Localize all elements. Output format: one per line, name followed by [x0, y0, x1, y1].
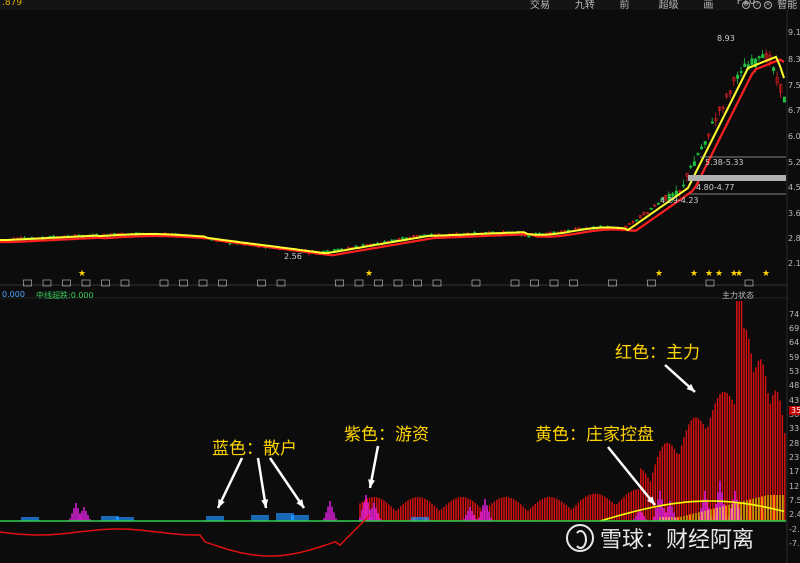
price-axis-label: 4.51 [788, 183, 800, 192]
indicator-axis-label: 69.3 [789, 324, 800, 333]
annotation-red: 红色：主力 [615, 343, 700, 363]
annotation-blue: 蓝色：散户 [212, 439, 297, 459]
ma-line-yellow [0, 55, 785, 255]
range-label: 5.38-5.33 [705, 158, 744, 167]
star-marker: ★ [690, 269, 698, 279]
stock-chart: ★ ★ ★ ★ ★ ★ ★★ ★ [0, 10, 788, 563]
ma-line-red [0, 58, 785, 257]
candle [527, 235, 531, 238]
candle [552, 231, 556, 234]
candle [782, 96, 786, 103]
price-axis-label: 8.31 [788, 55, 800, 64]
candle [761, 54, 765, 59]
watermark: 雪球：财经阿离 [566, 522, 754, 554]
range-label: 4.80-4.77 [696, 183, 735, 192]
indicator-axis-label: 59.0 [789, 353, 800, 362]
indicator-axis-label: -7.8 [789, 539, 800, 548]
current-value-badge: 35 [789, 406, 800, 415]
annotation-purple: 紫色：游资 [344, 425, 429, 445]
indicator-axis-label: 7.56 [789, 496, 800, 505]
indicator-axis-label: 43.5 [789, 396, 800, 405]
candle [710, 121, 714, 124]
candle [700, 146, 704, 150]
high-price-label: 8.93 [717, 34, 735, 43]
candle [772, 67, 776, 71]
candle [750, 58, 754, 65]
indicator-axis-label: 2.42 [789, 510, 800, 519]
star-marker: ★ [78, 269, 86, 279]
candle [757, 56, 761, 59]
candle [736, 74, 740, 79]
indicator-axis-label: 48.7 [789, 381, 800, 390]
price-axis-label: 2.10 [788, 259, 800, 268]
star-marker: ★ [365, 269, 373, 279]
low-price-label: 2.56 [284, 252, 302, 261]
star-marker: ★ [705, 269, 713, 279]
indicator-axis-label: 74.4 [789, 310, 800, 319]
indicator-axis-label: 12.7 [789, 482, 800, 491]
candle [696, 153, 700, 156]
candle [635, 219, 639, 222]
candle [703, 141, 707, 145]
star-marker: ★ [655, 269, 663, 279]
star-marker: ★ [715, 269, 723, 279]
price-axis-label: 3.61 [788, 209, 800, 218]
price-axis-label: 6.79 [788, 106, 800, 115]
indicator-value-label: 中线超跌:0.000 [36, 291, 94, 300]
annotation-arrow [216, 457, 244, 509]
candle [332, 249, 336, 251]
candle [692, 161, 696, 166]
indicator-axis-label: 64.1 [789, 338, 800, 347]
star-marker: ★ [735, 269, 743, 279]
indicator-axis-label: 23.0 [789, 453, 800, 462]
snowball-logo-icon [566, 524, 594, 552]
indicator-axis-label: 17.8 [789, 467, 800, 476]
price-axis-label: 9.15 [788, 28, 800, 37]
indicator-title: 主力状态 [722, 291, 754, 300]
price-axis-label: 2.85 [788, 234, 800, 243]
price-zone-box [688, 175, 786, 181]
candle [649, 208, 653, 210]
price-axis-label: 6.03 [788, 132, 800, 141]
indicator-value-label: 0.000 [2, 290, 25, 299]
candle [325, 250, 329, 252]
price-axis-label: 5.27 [788, 158, 800, 167]
candle [682, 184, 686, 187]
indicator-axis-label: 53.9 [789, 367, 800, 376]
range-label: 4.29-4.23 [660, 196, 699, 205]
watermark-text: 雪球：财经阿离 [600, 528, 755, 553]
indicator-axis-label: 33.2 [789, 424, 800, 433]
annotation-yellow: 黄色：庄家控盘 [535, 425, 654, 445]
indicator-axis-label: 28.1 [789, 439, 800, 448]
candle [336, 248, 340, 251]
candle [743, 63, 747, 67]
price-axis-label: 7.55 [788, 81, 800, 90]
candle [739, 71, 743, 73]
annotation-arrow [268, 457, 306, 509]
star-marker: ★ [762, 269, 770, 279]
candle [354, 245, 358, 248]
indicator-axis-label: -2.7 [789, 525, 800, 534]
candle [361, 244, 365, 247]
candle [689, 165, 693, 168]
